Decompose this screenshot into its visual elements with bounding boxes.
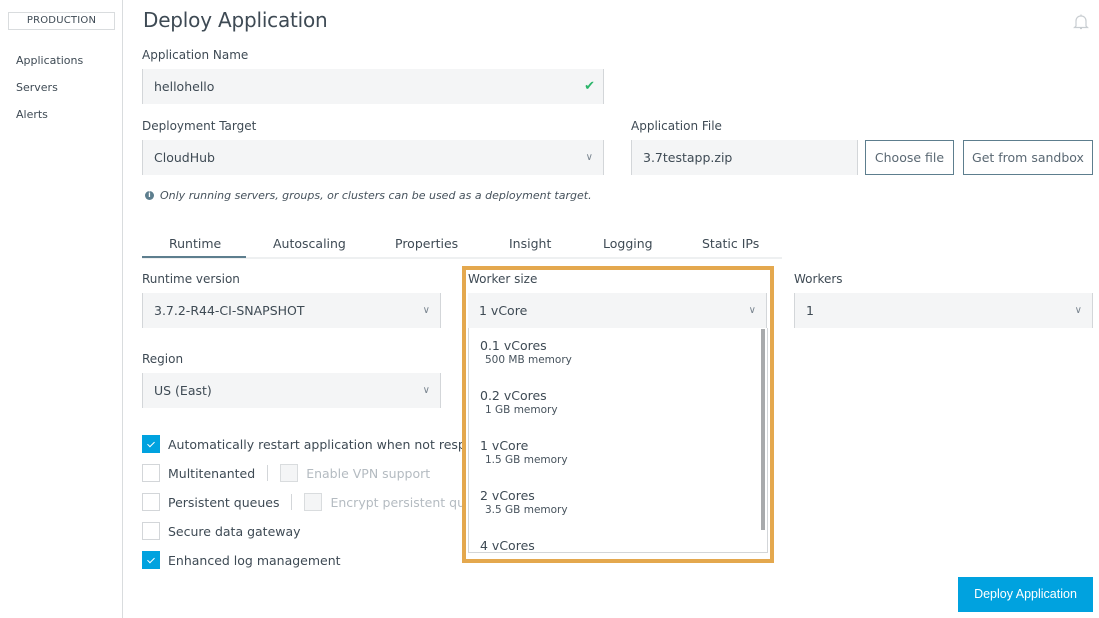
check-icon: ✔ xyxy=(584,79,595,94)
active-tab-indicator xyxy=(142,256,246,258)
dropdown-option[interactable]: 0.1 vCores 500 MB memory xyxy=(480,338,572,366)
app-file-value: 3.7testapp.zip xyxy=(643,150,733,165)
deployment-target-hint: i Only running servers, groups, or clust… xyxy=(145,189,592,202)
enable-vpn-label: Enable VPN support xyxy=(306,465,431,481)
environment-badge[interactable]: PRODUCTION xyxy=(8,12,115,30)
deployment-target-value: CloudHub xyxy=(154,150,215,165)
workers-label: Workers xyxy=(794,272,843,286)
region-label: Region xyxy=(142,352,184,366)
enhanced-log-option[interactable]: Enhanced log management xyxy=(142,551,341,569)
multitenanted-label: Multitenanted xyxy=(168,465,256,481)
divider xyxy=(291,494,293,510)
workers-value: 1 xyxy=(806,303,814,318)
page-title: Deploy Application xyxy=(143,8,328,32)
divider xyxy=(267,465,269,481)
dropdown-option[interactable]: 2 vCores 3.5 GB memory xyxy=(480,488,568,516)
enhanced-log-label: Enhanced log management xyxy=(168,552,341,568)
auto-restart-checkbox[interactable] xyxy=(142,435,160,453)
option-cores: 1 vCore xyxy=(480,438,529,453)
tab-runtime[interactable]: Runtime xyxy=(169,236,221,251)
enhanced-log-checkbox[interactable] xyxy=(142,551,160,569)
sidebar-item-servers[interactable]: Servers xyxy=(16,81,58,94)
secure-gateway-label: Secure data gateway xyxy=(168,523,301,539)
get-from-sandbox-button[interactable]: Get from sandbox xyxy=(963,140,1093,175)
app-name-value: hellohello xyxy=(154,79,215,94)
tab-logging[interactable]: Logging xyxy=(603,236,653,251)
settings-tabs: Runtime Autoscaling Properties Insight L… xyxy=(142,232,782,259)
encrypt-queues-checkbox[interactable] xyxy=(304,493,323,511)
secure-gateway-option[interactable]: Secure data gateway xyxy=(142,522,301,540)
enable-vpn-checkbox[interactable] xyxy=(280,464,299,482)
option-cores: 2 vCores xyxy=(480,488,535,503)
tab-insight[interactable]: Insight xyxy=(509,236,551,251)
chevron-down-icon: ∨ xyxy=(585,152,593,163)
app-name-label: Application Name xyxy=(142,48,249,62)
region-value: US (East) xyxy=(154,383,212,398)
option-memory: 3.5 GB memory xyxy=(485,504,568,516)
hint-text: Only running servers, groups, or cluster… xyxy=(160,189,592,202)
region-select[interactable]: US (East) ∨ xyxy=(142,373,441,408)
persistent-queues-option[interactable]: Persistent queues Encrypt persistent que xyxy=(142,493,473,511)
runtime-version-select[interactable]: 3.7.2-R44-CI-SNAPSHOT ∨ xyxy=(142,293,441,328)
multitenanted-option[interactable]: Multitenanted Enable VPN support xyxy=(142,464,430,482)
worker-size-select[interactable]: 1 vCore ∨ xyxy=(468,293,767,328)
sidebar-item-applications[interactable]: Applications xyxy=(16,54,83,67)
deployment-target-select[interactable]: CloudHub ∨ xyxy=(142,140,604,175)
runtime-version-value: 3.7.2-R44-CI-SNAPSHOT xyxy=(154,303,305,318)
deploy-application-button[interactable]: Deploy Application xyxy=(958,577,1093,612)
chevron-down-icon: ∨ xyxy=(1074,305,1082,316)
option-memory: 1.5 GB memory xyxy=(485,454,568,466)
deployment-target-label: Deployment Target xyxy=(142,119,257,133)
option-memory: 1 GB memory xyxy=(485,404,558,416)
dropdown-scrollbar[interactable] xyxy=(761,329,765,530)
dropdown-option[interactable]: 4 vCores xyxy=(480,538,535,553)
dropdown-option[interactable]: 0.2 vCores 1 GB memory xyxy=(480,388,558,416)
persistent-queues-label: Persistent queues xyxy=(168,494,280,510)
runtime-version-label: Runtime version xyxy=(142,272,240,286)
secure-gateway-checkbox[interactable] xyxy=(142,522,160,540)
auto-restart-label: Automatically restart application when n… xyxy=(168,436,482,452)
sidebar-item-alerts[interactable]: Alerts xyxy=(16,108,48,121)
tab-static-ips[interactable]: Static IPs xyxy=(702,236,759,251)
option-cores: 0.1 vCores xyxy=(480,338,547,353)
persistent-queues-checkbox[interactable] xyxy=(142,493,160,511)
option-cores: 0.2 vCores xyxy=(480,388,547,403)
multitenanted-checkbox[interactable] xyxy=(142,464,160,482)
encrypt-queues-label: Encrypt persistent que xyxy=(330,494,473,510)
option-cores: 4 vCores xyxy=(480,538,535,553)
choose-file-button[interactable]: Choose file xyxy=(865,140,954,175)
app-file-label: Application File xyxy=(631,119,722,133)
chevron-down-icon: ∨ xyxy=(422,305,430,316)
app-name-input[interactable]: hellohello ✔ xyxy=(142,69,604,104)
chevron-down-icon: ∨ xyxy=(422,385,430,396)
chevron-down-icon: ∨ xyxy=(748,305,756,316)
dropdown-option[interactable]: 1 vCore 1.5 GB memory xyxy=(480,438,568,466)
workers-select[interactable]: 1 ∨ xyxy=(794,293,1093,328)
sidebar: PRODUCTION Applications Servers Alerts xyxy=(0,0,123,618)
option-memory: 500 MB memory xyxy=(485,354,572,366)
worker-size-dropdown: 0.1 vCores 500 MB memory 0.2 vCores 1 GB… xyxy=(468,328,768,553)
tab-autoscaling[interactable]: Autoscaling xyxy=(273,236,346,251)
tab-properties[interactable]: Properties xyxy=(395,236,458,251)
auto-restart-option[interactable]: Automatically restart application when n… xyxy=(142,435,481,453)
worker-size-value: 1 vCore xyxy=(479,303,528,318)
app-file-input[interactable]: 3.7testapp.zip xyxy=(631,140,858,175)
bell-icon[interactable] xyxy=(1071,12,1091,32)
worker-size-label: Worker size xyxy=(468,272,538,286)
info-icon: i xyxy=(145,191,154,200)
